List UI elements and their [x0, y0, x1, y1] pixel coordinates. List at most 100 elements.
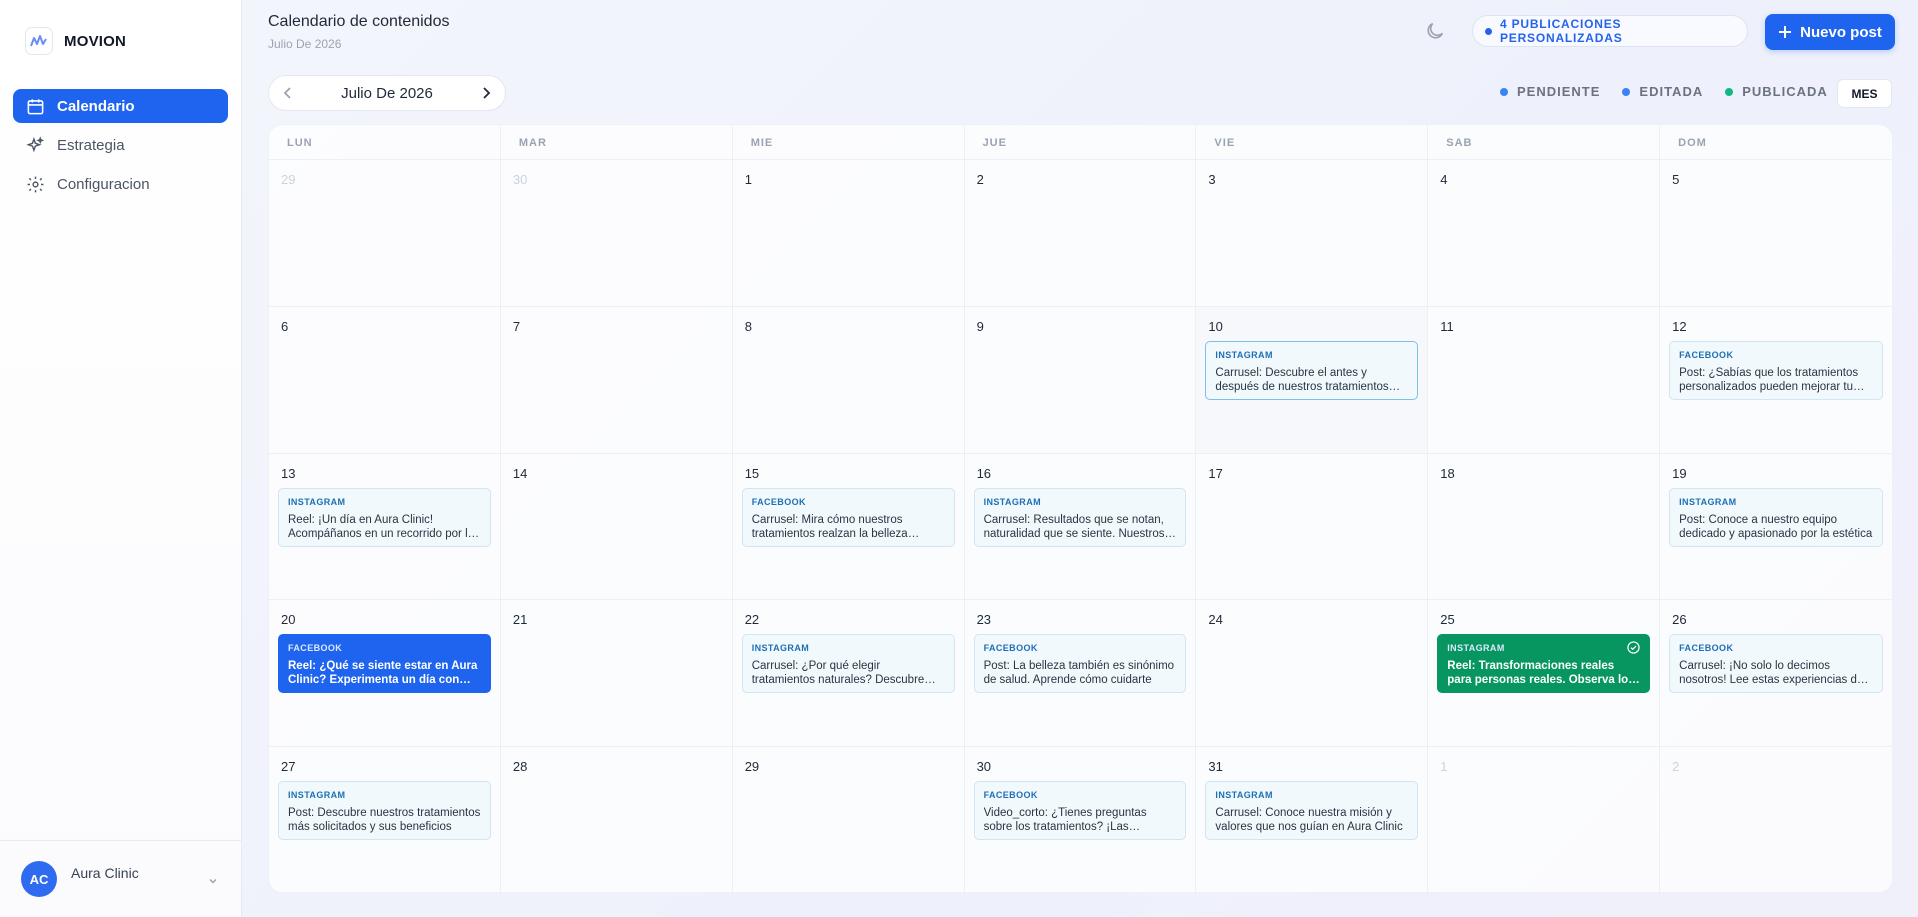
day-cell[interactable]: 22 INSTAGRAM Carrusel: ¿Por qué elegir tra…: [732, 600, 965, 748]
day-cell[interactable]: 30 FACEBOOK Video_corto: ¿Tienes preguntas…: [965, 747, 1197, 892]
post-card[interactable]: INSTAGRAM Reel: Transformaciones reales p…: [1437, 634, 1651, 694]
view-month-button[interactable]: MES: [1837, 79, 1892, 108]
day-cell[interactable]: 15 FACEBOOK Carrusel: Mira cómo nuestros t…: [732, 453, 965, 601]
month-navigator: Julio De 2026: [268, 75, 506, 111]
post-channel: INSTAGRAM: [983, 496, 1041, 507]
plus-icon: [1779, 26, 1792, 38]
day-cell[interactable]: 31 INSTAGRAM Carrusel: Conoce nuestra misi…: [1196, 747, 1429, 892]
legend-item-pendiente: PENDIENTE: [1500, 84, 1600, 99]
post-card[interactable]: INSTAGRAM Reel: ¡Un día en Aura Clinic! A…: [278, 487, 491, 547]
day-cell[interactable]: 8: [732, 306, 965, 454]
post-card[interactable]: FACEBOOK Post: La belleza también es sinó…: [973, 634, 1187, 694]
profile-name: Aura Clinic: [71, 865, 139, 881]
day-cell[interactable]: 1: [732, 160, 965, 307]
day-number: 17: [1208, 465, 1223, 481]
day-number: 28: [512, 759, 528, 775]
day-cell[interactable]: 2: [1660, 747, 1892, 892]
check-circle-icon: [1627, 641, 1640, 655]
day-cell[interactable]: 25 INSTAGRAM Reel: Transformaciones reales…: [1428, 600, 1661, 748]
post-card[interactable]: INSTAGRAM Carrusel: Conoce nuestra misión…: [1205, 781, 1419, 841]
post-card[interactable]: INSTAGRAM Post: Descubre nuestros tratami…: [278, 781, 491, 841]
day-cell[interactable]: 26 FACEBOOK Carrusel: ¡No solo lo decimos …: [1660, 600, 1892, 748]
day-number: 19: [1672, 465, 1687, 481]
post-card[interactable]: FACEBOOK Reel: ¿Qué se siente estar en Au…: [278, 634, 491, 694]
legend-label: EDITADA: [1639, 84, 1704, 99]
post-text: Post: Descubre nuestros tratamientos más…: [288, 807, 481, 834]
day-cell[interactable]: 28: [501, 747, 733, 892]
chevron-right-icon[interactable]: [479, 86, 493, 100]
post-card[interactable]: INSTAGRAM Carrusel: Resultados que se not…: [973, 487, 1187, 547]
day-cell[interactable]: 11: [1428, 306, 1661, 454]
post-card[interactable]: FACEBOOK Post: ¿Sabías que los tratamient…: [1669, 340, 1883, 400]
post-card[interactable]: FACEBOOK Carrusel: ¡No solo lo decimos no…: [1669, 634, 1883, 694]
post-channel: INSTAGRAM: [751, 643, 810, 654]
day-cell[interactable]: 19 INSTAGRAM Post: Conoce a nuestro equipo…: [1660, 454, 1892, 601]
new-post-button[interactable]: Nuevo post: [1765, 14, 1895, 50]
post-channel: FACEBOOK: [983, 790, 1038, 801]
day-number: 2: [976, 172, 984, 187]
day-cell[interactable]: 29: [269, 160, 501, 307]
brand[interactable]: MOVION: [25, 27, 126, 55]
day-number: 20: [281, 612, 296, 628]
post-text: Carrusel: ¿Por qué elegir tratamientos n…: [751, 660, 925, 687]
day-cell[interactable]: 21: [500, 600, 733, 748]
day-cell[interactable]: 7: [500, 306, 733, 454]
post-card[interactable]: FACEBOOK Video_corto: ¿Tienes preguntas s…: [973, 781, 1187, 841]
sparkles-icon: [26, 135, 45, 152]
post-text: Reel: ¡Un día en Aura Clinic! Acompáñano…: [288, 513, 475, 540]
day-number: 2: [1672, 759, 1680, 775]
legend-dot: [1725, 87, 1734, 96]
day-cell[interactable]: 16 INSTAGRAM Carrusel: Resultados que se n…: [964, 453, 1197, 601]
day-cell[interactable]: 27 INSTAGRAM Post: Descubre nuestros trata…: [269, 747, 501, 892]
movion-logo-icon: [25, 27, 53, 55]
new-post-label: Nuevo post: [1800, 23, 1882, 41]
day-cell[interactable]: 9: [964, 306, 1197, 454]
calendar: LUN MAR MIE JUE VIE SAB DOM 29 30 1 2 3 4 5 6 7 8 9 10 INS…: [268, 124, 1893, 893]
day-number: 27: [281, 759, 296, 775]
post-text: Reel: ¿Qué se siente estar en Aura Clini…: [288, 660, 478, 687]
sidebar-item-label: Estrategia: [57, 136, 125, 154]
day-cell[interactable]: 1: [1428, 747, 1661, 892]
day-cell[interactable]: 2: [964, 160, 1197, 307]
day-cell[interactable]: 20 FACEBOOK Reel: ¿Qué se siente estar en …: [269, 600, 501, 748]
chevron-left-icon[interactable]: [281, 86, 295, 100]
moon-icon[interactable]: [1424, 20, 1446, 42]
sidebar: MOVION Calendario Estrategia Configuraci…: [0, 0, 242, 917]
day-cell[interactable]: 24: [1196, 600, 1429, 748]
day-cell[interactable]: 10 INSTAGRAM Carrusel: Descubre el antes y…: [1196, 306, 1429, 454]
day-number: 6: [281, 318, 289, 334]
post-channel: FACEBOOK: [983, 643, 1038, 654]
day-cell[interactable]: 5: [1660, 160, 1892, 307]
day-number: 10: [1208, 318, 1223, 334]
day-cell[interactable]: 6: [269, 306, 501, 454]
day-cell[interactable]: 18: [1428, 453, 1661, 601]
sidebar-nav: Calendario Estrategia Configuracion: [13, 89, 228, 206]
day-cell[interactable]: 30: [500, 160, 733, 307]
day-number: 13: [281, 465, 296, 481]
day-cell[interactable]: 3: [1196, 160, 1429, 307]
sidebar-item-label: Configuracion: [57, 175, 150, 193]
day-cell[interactable]: 12 FACEBOOK Post: ¿Sabías que los tratamie…: [1660, 307, 1892, 454]
day-cell[interactable]: 13 INSTAGRAM Reel: ¡Un día en Aura Clinic!…: [269, 453, 501, 601]
day-number: 21: [512, 612, 528, 628]
post-channel: INSTAGRAM: [288, 496, 346, 507]
day-number: 16: [976, 465, 992, 481]
post-card[interactable]: INSTAGRAM Carrusel: Descubre el antes y d…: [1205, 340, 1419, 400]
post-card[interactable]: INSTAGRAM Carrusel: ¿Por qué elegir trata…: [741, 634, 955, 694]
day-cell[interactable]: 17: [1196, 453, 1429, 601]
day-number: 29: [744, 759, 760, 775]
day-cell[interactable]: 23 FACEBOOK Post: La belleza también es si…: [964, 600, 1197, 748]
post-card[interactable]: INSTAGRAM Post: Conoce a nuestro equipo d…: [1669, 487, 1883, 547]
post-text: Carrusel: ¡No solo lo decimos nosotros! …: [1679, 660, 1864, 687]
sidebar-item-calendario[interactable]: Calendario: [13, 89, 228, 123]
sidebar-item-configuracion[interactable]: Configuracion: [13, 167, 228, 201]
page-title: Calendario de contenidos: [268, 13, 450, 30]
day-cell[interactable]: 29: [733, 747, 965, 892]
post-card[interactable]: FACEBOOK Carrusel: Mira cómo nuestros tra…: [741, 487, 955, 547]
day-cell[interactable]: 4: [1428, 160, 1661, 307]
profile-menu[interactable]: AC Aura Clinic: [0, 840, 241, 917]
day-cell[interactable]: 14: [500, 453, 733, 601]
current-month: Julio De 2026: [341, 84, 433, 102]
post-channel: FACEBOOK: [1679, 643, 1734, 654]
sidebar-item-estrategia[interactable]: Estrategia: [13, 128, 228, 162]
